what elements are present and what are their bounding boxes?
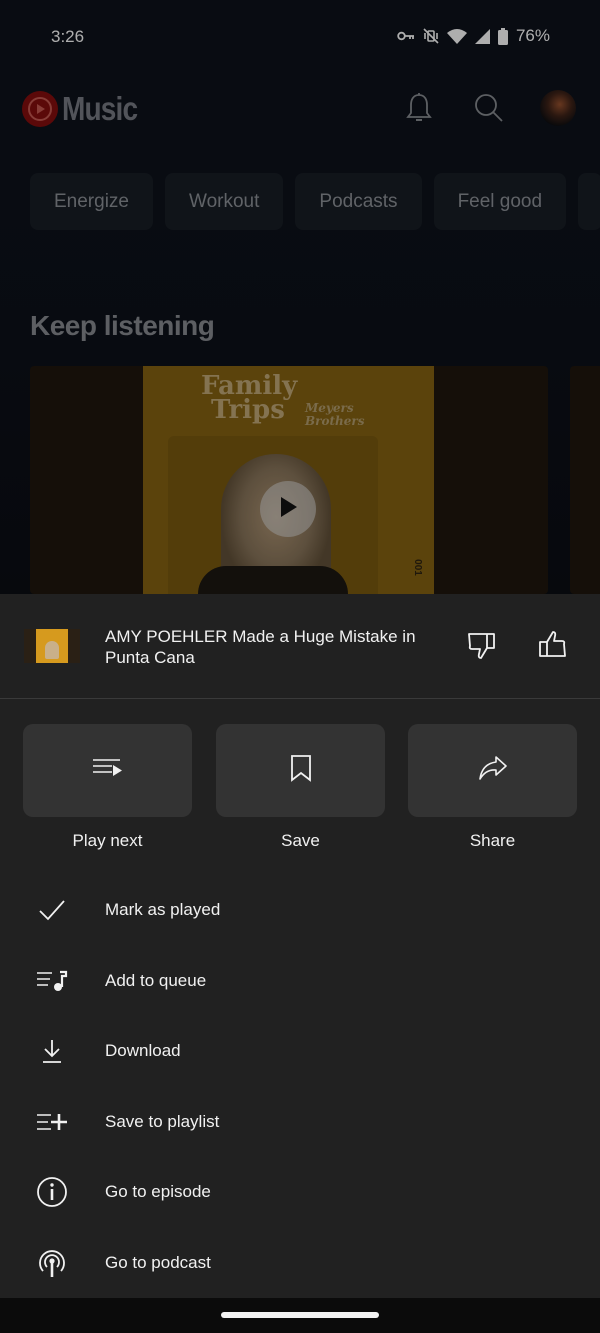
share-button[interactable]: Share [408, 724, 577, 851]
quick-action-label: Save [281, 831, 320, 850]
download-icon [36, 1035, 68, 1067]
menu-item-label: Mark as played [105, 900, 221, 920]
menu-item-add-to-queue[interactable]: Add to queue [0, 946, 600, 1017]
context-menu-sheet: AMY POEHLER Made a Huge Mistake in Punta… [0, 594, 600, 1298]
save-button[interactable]: Save [216, 724, 385, 851]
playlist-add-icon [36, 1106, 68, 1138]
dislike-button[interactable] [466, 630, 498, 662]
menu-item-go-to-podcast[interactable]: Go to podcast [0, 1228, 600, 1299]
share-tile[interactable] [408, 724, 577, 817]
menu-item-label: Save to playlist [105, 1111, 220, 1131]
info-icon [36, 1176, 68, 1208]
menu-item-label: Go to episode [105, 1182, 211, 1202]
quick-action-label: Play next [72, 831, 143, 850]
menu-item-download[interactable]: Download [0, 1016, 600, 1087]
play-next-tile[interactable] [23, 724, 192, 817]
gesture-handle[interactable] [221, 1312, 379, 1318]
bookmark-icon [290, 754, 312, 787]
menu-item-go-to-episode[interactable]: Go to episode [0, 1157, 600, 1228]
like-button[interactable] [536, 630, 568, 662]
menu-item-save-to-playlist[interactable]: Save to playlist [0, 1087, 600, 1158]
menu-item-mark-as-played[interactable]: Mark as played [0, 875, 600, 946]
menu-item-label: Go to podcast [105, 1252, 211, 1272]
share-icon [478, 755, 508, 786]
check-icon [36, 894, 68, 926]
system-nav-bar [0, 1298, 600, 1333]
menu-item-label: Download [105, 1041, 181, 1061]
thumbs-up-icon [537, 630, 567, 663]
podcast-icon [36, 1247, 68, 1279]
thumbs-down-icon [467, 630, 497, 663]
sheet-header: AMY POEHLER Made a Huge Mistake in Punta… [0, 594, 600, 699]
episode-title: AMY POEHLER Made a Huge Mistake in Punta… [105, 627, 416, 667]
play-next-icon [92, 758, 124, 783]
play-next-button[interactable]: Play next [23, 724, 192, 851]
menu-item-label: Add to queue [105, 970, 207, 990]
scrim[interactable] [0, 0, 600, 594]
queue-music-icon [36, 965, 68, 997]
save-tile[interactable] [216, 724, 385, 817]
quick-action-label: Share [469, 831, 516, 850]
menu-list: Mark as played Add to queue Download Sav… [0, 875, 600, 1298]
episode-thumbnail [24, 629, 80, 663]
